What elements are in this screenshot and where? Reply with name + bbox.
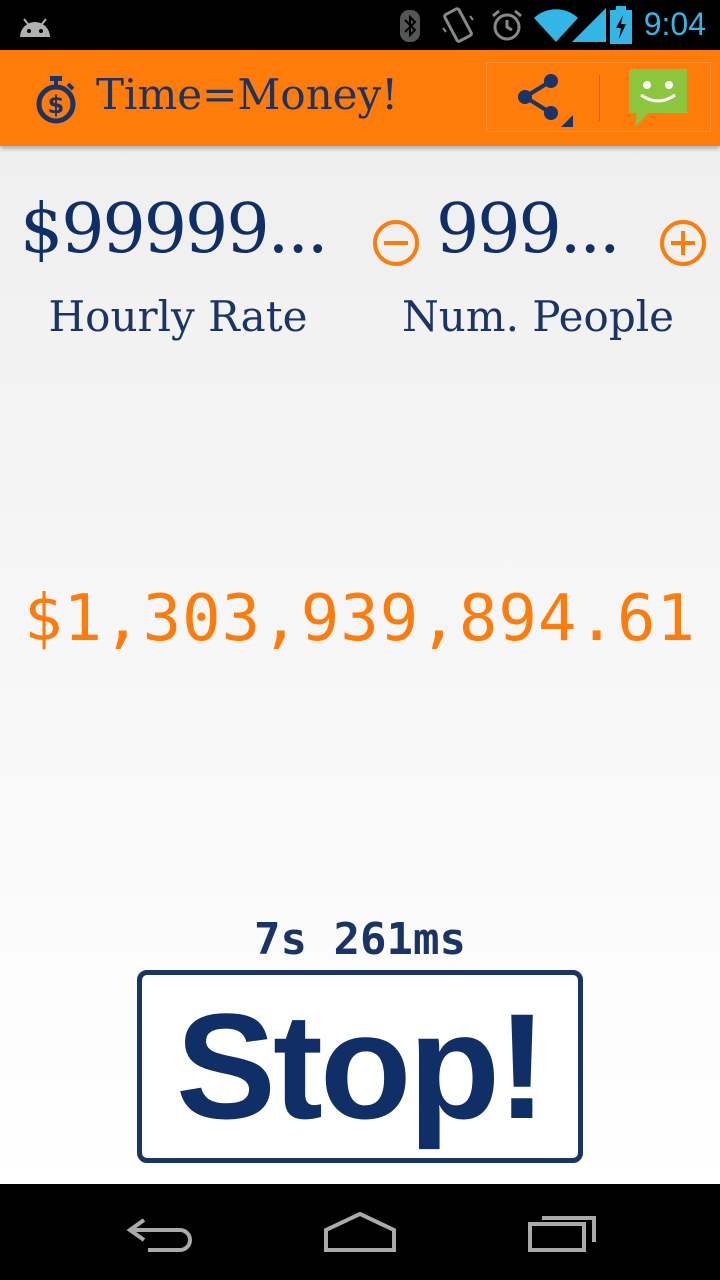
recents-icon[interactable] [526, 1210, 600, 1254]
hourly-rate-label: Hourly Rate [48, 292, 308, 341]
svg-text:$: $ [48, 91, 65, 119]
signal-icon [572, 8, 606, 42]
status-bar: 9:04 [0, 0, 720, 50]
android-icon [20, 18, 50, 37]
vibrate-icon [442, 7, 474, 43]
feedback-button[interactable] [625, 65, 691, 131]
clock: 9:04 [643, 6, 706, 42]
action-buttons [486, 62, 711, 132]
stop-button-label: Stop! [175, 982, 547, 1150]
action-divider [599, 75, 600, 121]
share-button[interactable] [509, 69, 575, 127]
stopwatch-dollar-icon: $ [36, 76, 76, 124]
main-content: $99999... Hourly Rate 999... Num. People… [0, 146, 720, 1184]
stop-button[interactable]: Stop! [137, 970, 583, 1163]
battery-charging-icon [610, 6, 632, 44]
total-cost-display: $1,303,939,894.61 [23, 582, 697, 656]
hourly-rate-value[interactable]: $99999... [20, 190, 340, 269]
num-people-value[interactable]: 999... [436, 190, 616, 269]
increment-people-button[interactable] [658, 218, 708, 268]
alarm-icon [492, 9, 522, 41]
bluetooth-icon [400, 10, 420, 42]
share-icon [518, 74, 573, 127]
num-people-label: Num. People [401, 292, 674, 341]
app-title: Time=Money! [96, 70, 399, 119]
chat-smiley-icon [629, 69, 687, 127]
plus-circle-icon [660, 220, 706, 266]
decrement-people-button[interactable] [371, 218, 421, 268]
elapsed-time: 7s 261ms [254, 914, 466, 965]
navigation-bar [0, 1184, 720, 1280]
minus-circle-icon [373, 220, 419, 266]
home-icon[interactable] [322, 1210, 398, 1254]
action-bar: $ Time=Money! [0, 50, 720, 146]
back-icon[interactable] [124, 1210, 196, 1254]
